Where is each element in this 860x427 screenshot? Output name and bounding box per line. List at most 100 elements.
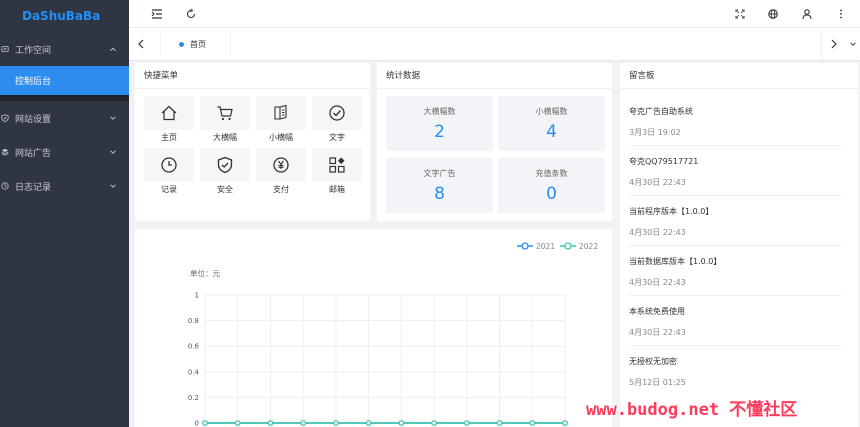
stat-recharges[interactable]: 充值条数 0 <box>498 158 605 213</box>
tab-scroll-left[interactable] <box>129 28 153 60</box>
message-item[interactable]: 夸克QQ79517721 4月30日 22:43 <box>629 156 842 196</box>
legend-label: 2022 <box>579 242 598 251</box>
legend-item-2021[interactable]: 2021 <box>517 242 555 251</box>
quick-item-home[interactable]: 主页 <box>144 96 194 145</box>
y-tick-label: 1 <box>195 292 199 300</box>
data-point[interactable] <box>202 420 208 426</box>
quick-item-label: 文字 <box>329 133 345 142</box>
quick-item-large-banner[interactable]: 大横幅 <box>200 96 250 145</box>
message-title: 夸克QQ79517721 <box>629 157 699 166</box>
book-icon <box>274 104 287 120</box>
data-point[interactable] <box>464 420 470 426</box>
stat-value: 0 <box>546 184 557 204</box>
message-item[interactable]: 当前程序版本【1.0.0】 4月30日 22:43 <box>629 206 842 246</box>
chevron-right-icon <box>831 39 837 49</box>
card-title: 快捷菜单 <box>135 63 370 89</box>
data-point[interactable] <box>234 420 241 426</box>
stat-label: 文字广告 <box>423 169 456 178</box>
chevron-down-icon <box>110 150 116 154</box>
message-title: 无授权无加密 <box>629 357 677 366</box>
legend-marker <box>521 242 529 250</box>
message-time: 4月30日 22:43 <box>629 278 686 287</box>
data-point[interactable] <box>300 420 306 426</box>
globe-icon[interactable] <box>767 8 779 20</box>
quick-item-label: 大横幅 <box>213 133 237 142</box>
sidebar-item-dashboard[interactable]: 控制后台 <box>0 66 129 95</box>
tab-scroll-right[interactable] <box>821 28 845 60</box>
stats-card: 统计数据 大横幅数 2 小横幅数 4 文字广告 8 充值条数 0 <box>377 63 612 221</box>
sidebar-item-label: 工作空间 <box>15 45 52 56</box>
y-tick-label: 0.4 <box>188 368 200 376</box>
message-item[interactable]: 夸克广告自助系统 3月3日 19:02 <box>629 106 842 146</box>
message-time: 4月30日 22:43 <box>629 178 686 187</box>
quick-item-small-banner[interactable]: 小横幅 <box>256 96 306 145</box>
user-icon[interactable] <box>801 8 813 20</box>
yen-icon <box>273 157 289 173</box>
app-logo[interactable]: DaShuBaBa <box>0 0 129 32</box>
more-icon[interactable] <box>835 8 847 20</box>
line-chart: 2021 2022 单位：元 0 0.2 0.4 0.6 0.8 1 <box>188 242 598 427</box>
data-point[interactable] <box>365 420 372 426</box>
message-time: 4月30日 22:43 <box>629 228 686 237</box>
legend-item-2022[interactable]: 2022 <box>560 242 598 251</box>
chart-card: 2021 2022 单位：元 0 0.2 0.4 0.6 0.8 1 <box>135 229 612 427</box>
legend-label: 2021 <box>536 242 555 251</box>
sidebar-item-workspace[interactable]: 工作空间 <box>0 32 129 66</box>
y-tick-label: 0.6 <box>188 343 200 351</box>
stat-value: 4 <box>546 122 557 142</box>
fullscreen-icon[interactable] <box>734 8 746 20</box>
data-point[interactable] <box>431 420 437 426</box>
data-point[interactable] <box>267 420 274 426</box>
quick-item-text[interactable]: 文字 <box>312 96 362 145</box>
stat-label: 大横幅数 <box>423 107 456 116</box>
stat-label: 小横幅数 <box>535 107 568 116</box>
stat-value: 8 <box>434 184 445 204</box>
sidebar-item-site-ads[interactable]: 网站广告 <box>0 135 129 169</box>
data-point[interactable] <box>529 420 536 426</box>
y-tick-label: 0 <box>195 420 199 427</box>
clock-icon <box>1 182 9 190</box>
apps-icon <box>329 157 345 173</box>
data-point[interactable] <box>333 420 339 426</box>
home-icon <box>161 105 177 121</box>
sidebar-item-label: 日志记录 <box>15 182 52 193</box>
stat-text-ads[interactable]: 文字广告 8 <box>386 158 493 213</box>
sidebar-item-logs[interactable]: 日志记录 <box>0 169 129 203</box>
data-point[interactable] <box>398 420 405 426</box>
message-title: 夸克广告自助系统 <box>629 107 693 116</box>
quick-item-label: 小横幅 <box>269 133 293 142</box>
refresh-icon[interactable] <box>185 8 197 20</box>
message-board-card: 留言板 夸克广告自助系统 3月3日 19:02 夸克QQ79517721 4月3… <box>620 63 858 427</box>
message-time: 3月3日 19:02 <box>629 128 681 137</box>
message-title: 当前程序版本【1.0.0】 <box>629 207 714 216</box>
quick-item-label: 安全 <box>217 185 233 194</box>
layers-icon <box>1 148 9 156</box>
card-title: 留言板 <box>620 63 858 89</box>
message-item[interactable]: 无授权无加密 5月12日 01:25 <box>629 356 842 396</box>
sidebar: DaShuBaBa 工作空间 控制后台 网站设置 网站广告 日志记录 <box>0 0 129 427</box>
collapse-menu-icon[interactable] <box>151 8 163 20</box>
quick-item-payment[interactable]: 支付 <box>256 148 306 197</box>
data-point[interactable] <box>496 420 503 426</box>
message-item[interactable]: 当前数据库版本【1.0.0】 4月30日 22:43 <box>629 256 842 296</box>
tab-dropdown[interactable] <box>845 28 860 60</box>
sidebar-item-label: 网站设置 <box>15 114 52 125</box>
watermark: www.budog.net 不懂社区 <box>586 400 798 420</box>
sidebar-item-site-settings[interactable]: 网站设置 <box>0 101 129 135</box>
tab-label: 首页 <box>190 40 206 49</box>
quick-item-records[interactable]: 记录 <box>144 148 194 197</box>
sidebar-item-label: 网站广告 <box>15 148 52 159</box>
stat-small-banners[interactable]: 小横幅数 4 <box>498 96 605 151</box>
quick-item-label: 记录 <box>161 185 177 194</box>
cart-icon <box>217 106 233 121</box>
data-point[interactable] <box>562 420 568 426</box>
tab-home[interactable]: 首页 <box>160 32 231 57</box>
quick-item-mailbox[interactable]: 邮箱 <box>312 148 362 197</box>
quick-item-security[interactable]: 安全 <box>200 148 250 197</box>
stat-large-banners[interactable]: 大横幅数 2 <box>386 96 493 151</box>
quick-menu-card: 快捷菜单 主页 大横幅 小横幅 文字 记录 安全 支付 邮箱 <box>135 63 370 221</box>
clock-icon <box>161 157 177 173</box>
message-item[interactable]: 本系统免费使用 4月30日 22:43 <box>629 306 842 346</box>
shield-icon <box>1 114 9 122</box>
quick-item-label: 支付 <box>273 185 289 194</box>
